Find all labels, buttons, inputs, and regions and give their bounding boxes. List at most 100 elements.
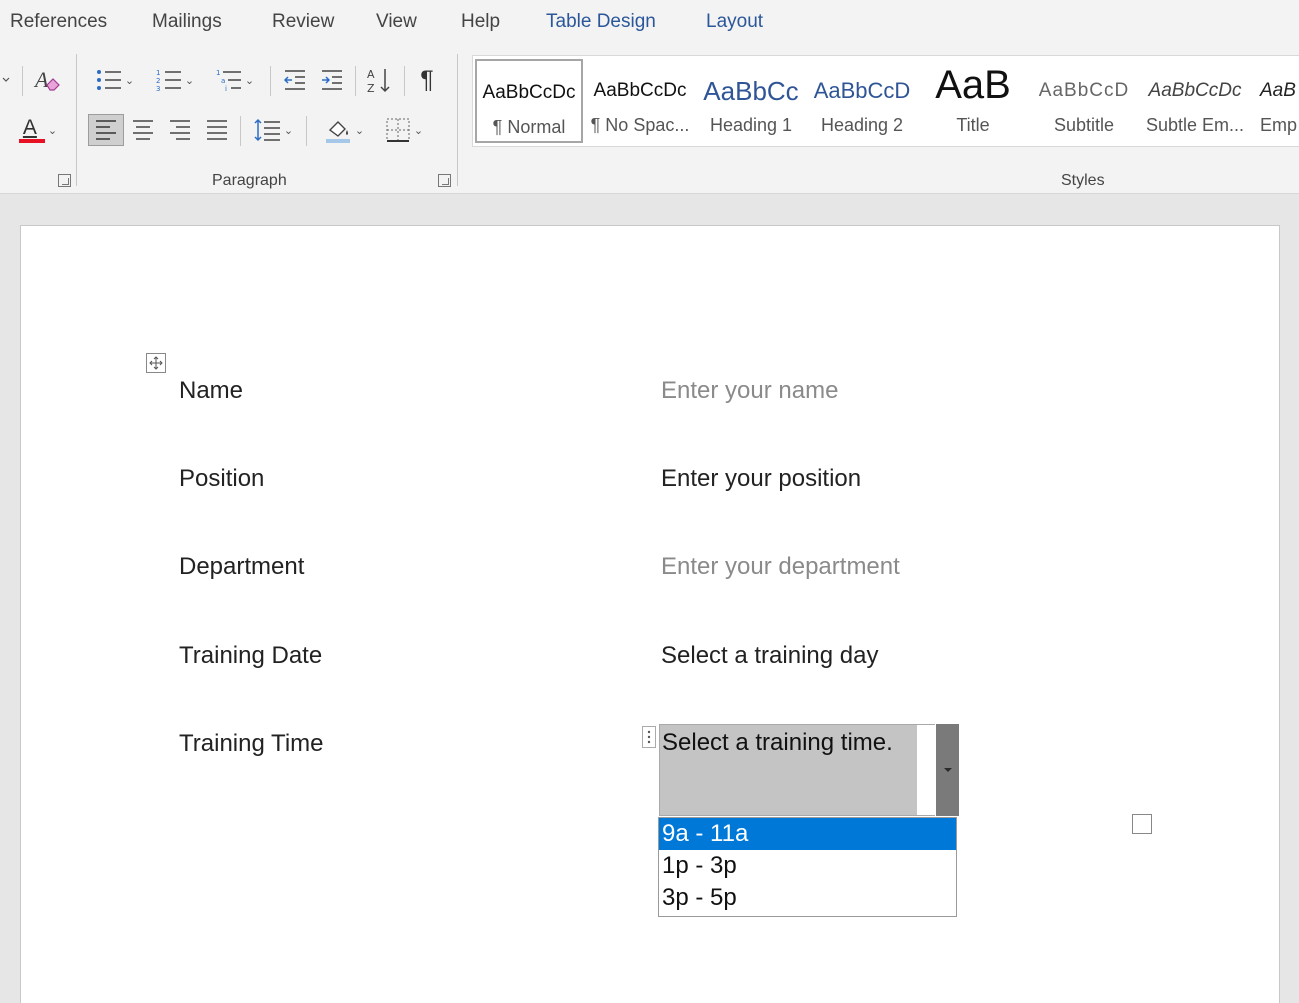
style-sample: AaBbCcD [813, 78, 911, 103]
svg-text:i: i [225, 85, 227, 92]
style-no-spacing[interactable]: AaBbCcDc ¶ No Spac... [586, 59, 694, 143]
training-time-field[interactable]: Select a training time. [659, 724, 935, 816]
style-sample: AaB [935, 65, 1011, 105]
svg-text:2: 2 [156, 77, 160, 85]
style-sample: AaB [1260, 80, 1296, 101]
training-date-picker[interactable]: Select a training day [661, 642, 878, 670]
svg-text:1: 1 [216, 69, 220, 77]
multilevel-list-button[interactable]: 1 a i ⌄ [210, 64, 260, 96]
option-1p-3p[interactable]: 1p - 3p [659, 850, 956, 882]
end-of-row-marker [1132, 814, 1152, 834]
numbering-button[interactable]: 1 2 3 ⌄ [150, 64, 200, 96]
form-label-training-time: Training Time [179, 730, 324, 757]
justify-button[interactable] [202, 114, 232, 146]
tab-review[interactable]: Review [272, 11, 334, 33]
chevron-down-icon: ⌄ [283, 124, 294, 137]
line-spacing-icon [254, 118, 280, 142]
bullets-button[interactable]: ⌄ [90, 64, 140, 96]
align-right-icon [170, 120, 190, 140]
tab-references[interactable]: References [10, 11, 107, 33]
multilevel-list-icon: 1 a i [216, 69, 241, 92]
ribbon-tab-bar: References Mailings Review View Help Tab… [0, 0, 1299, 46]
style-heading-1[interactable]: AaBbCc Heading 1 [697, 59, 805, 143]
separator [240, 116, 241, 146]
show-hide-icon: ¶ [420, 65, 434, 94]
show-hide-button[interactable]: ¶ [410, 64, 444, 96]
style-name: ¶ No Spac... [590, 115, 690, 135]
style-name: Subtle Em... [1145, 115, 1245, 135]
svg-text:1: 1 [156, 69, 160, 77]
svg-text:Z: Z [367, 82, 375, 94]
chevron-down-icon: ⌄ [47, 124, 58, 137]
style-sample: AaBbCcDc [482, 82, 576, 103]
chevron-down-icon: ⌄ [354, 124, 365, 137]
separator [457, 54, 458, 186]
justify-icon [207, 120, 227, 140]
font-dialog-launcher[interactable] [58, 174, 71, 187]
center-button[interactable] [128, 114, 158, 146]
paragraph-dialog-launcher[interactable] [438, 174, 451, 187]
font-color-icon: A [18, 116, 45, 144]
option-3p-5p[interactable]: 3p - 5p [659, 882, 956, 914]
form-label-position: Position [179, 465, 265, 492]
line-spacing-button[interactable]: ⌄ [248, 114, 298, 146]
separator [270, 66, 271, 96]
shading-icon [325, 121, 350, 143]
style-heading-2[interactable]: AaBbCcD Heading 2 [808, 59, 916, 143]
style-title[interactable]: AaB Title [919, 59, 1027, 143]
style-name: Subtitle [1053, 115, 1115, 135]
separator [22, 66, 23, 96]
document-page: Name Enter your name Position Enter your… [20, 225, 1280, 1003]
separator [76, 54, 77, 186]
style-name: Heading 1 [709, 115, 793, 135]
tab-layout[interactable]: Layout [706, 11, 763, 33]
training-time-listbox: 9a - 11a 1p - 3p 3p - 5p [658, 817, 957, 917]
font-color-button[interactable]: A ⌄ [10, 114, 66, 146]
sort-button[interactable]: A Z [362, 64, 396, 96]
style-name: Heading 2 [820, 115, 904, 135]
position-field[interactable]: Enter your position [661, 465, 861, 493]
training-time-combo[interactable]: Select a training time. [659, 724, 959, 816]
styles-gallery: AaBbCcDc ¶ Normal AaBbCcDc ¶ No Spac... … [472, 55, 1299, 147]
decrease-indent-button[interactable] [280, 64, 310, 96]
style-name: Title [956, 115, 990, 135]
separator [404, 66, 405, 96]
style-subtle-emphasis[interactable]: AaBbCcDc Subtle Em... [1141, 59, 1249, 143]
option-9a-11a[interactable]: 9a - 11a [659, 818, 956, 850]
decrease-indent-icon [283, 70, 305, 90]
font-color-bar [18, 139, 45, 143]
increase-indent-icon [322, 70, 342, 90]
tab-help[interactable]: Help [461, 11, 500, 33]
borders-button[interactable]: ⌄ [378, 114, 430, 146]
separator [355, 66, 356, 96]
shading-button[interactable]: ⌄ [318, 114, 370, 146]
align-right-button[interactable] [165, 114, 195, 146]
table-move-handle-icon[interactable] [146, 353, 166, 373]
sort-icon: A Z [367, 68, 390, 94]
increase-indent-button[interactable] [317, 64, 347, 96]
content-control-grip-icon[interactable] [642, 726, 656, 748]
svg-text:A: A [33, 67, 49, 92]
font-dropdown-chevron[interactable] [0, 64, 12, 96]
paragraph-group-label: Paragraph [212, 172, 287, 189]
align-left-icon [96, 120, 116, 140]
tab-table-design[interactable]: Table Design [546, 11, 656, 33]
tab-view[interactable]: View [376, 11, 417, 33]
style-emphasis[interactable]: AaB Emp [1252, 59, 1299, 143]
style-name: ¶ Normal [492, 117, 566, 137]
svg-text:A: A [367, 68, 375, 81]
style-sample: AaBbCcDc [1148, 80, 1242, 101]
style-normal[interactable]: AaBbCcDc ¶ Normal [475, 59, 583, 143]
department-field[interactable]: Enter your department [661, 553, 900, 581]
name-field[interactable]: Enter your name [661, 377, 838, 405]
form-label-training-date: Training Date [179, 642, 323, 669]
font-color-glyph: A [22, 116, 37, 139]
ribbon: A A ⌄ ⌄ 1 2 3 ⌄ 1 a i ⌄ A Z ¶ ⌄ ⌄ ⌄ Para… [0, 46, 1299, 194]
clear-formatting-icon[interactable]: A [30, 64, 64, 96]
tab-mailings[interactable]: Mailings [152, 11, 222, 33]
chevron-down-icon: ⌄ [124, 74, 135, 87]
dropdown-arrow-icon[interactable] [936, 724, 959, 816]
style-sample: AaBbCcDc [593, 80, 687, 101]
style-subtitle[interactable]: AaBbCcD Subtitle [1030, 59, 1138, 143]
align-left-button[interactable] [88, 114, 124, 146]
